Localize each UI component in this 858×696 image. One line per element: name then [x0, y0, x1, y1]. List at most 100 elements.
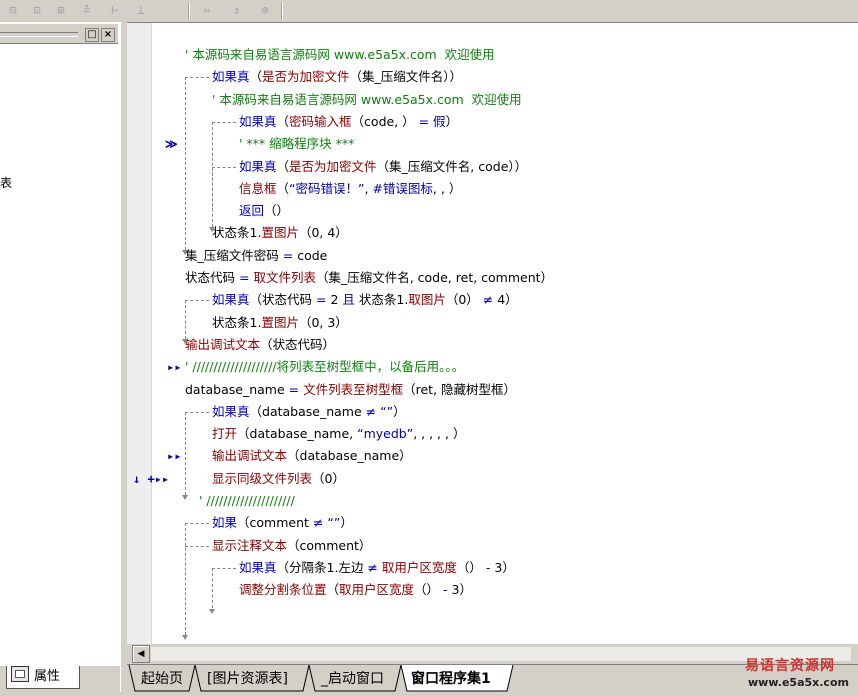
code-token: 集_压缩文件密码: [185, 247, 283, 263]
code-token: （0）: [445, 292, 479, 308]
left-panel: □ × 表: [0, 22, 120, 666]
panel-maximize-button[interactable]: □: [85, 28, 99, 42]
code-line[interactable]: 如果真（密码输入框（code, ） = 假）: [239, 112, 458, 132]
tab-window-program-set[interactable]: 窗口程序集1: [407, 666, 495, 692]
code-token: =: [282, 247, 294, 263]
code-line[interactable]: ' ////////////////////将列表至树型框中，以备后用。。。: [185, 357, 464, 377]
breakpoint-marker[interactable]: ▸▸: [167, 360, 181, 374]
code-token: “密码错误！”: [289, 180, 365, 196]
flow-line: [212, 567, 213, 609]
code-token: （comment）: [287, 537, 372, 553]
flow-line: [185, 300, 186, 339]
properties-tab[interactable]: 属性: [6, 666, 80, 689]
code-token: （comment: [237, 515, 313, 531]
code-line[interactable]: 集_压缩文件密码 = code: [185, 246, 327, 266]
code-line[interactable]: 状态条1.置图片（0, 3）: [212, 313, 348, 333]
flow-line: [185, 523, 209, 525]
code-line[interactable]: ' *** 缩略程序块 ***: [239, 134, 354, 154]
tab-startup-window[interactable]: _启动窗口: [317, 666, 388, 692]
code-token: ）: [393, 403, 406, 419]
code-line[interactable]: 如果真（是否为加密文件（集_压缩文件名, code））: [239, 157, 527, 177]
code-line[interactable]: ' 本源码来自易语言源码网 www.e5a5x.com 欢迎使用: [212, 90, 522, 110]
align-left-icon[interactable]: ⊟: [2, 1, 24, 20]
code-token: =: [316, 292, 327, 308]
code-line[interactable]: 显示注释文本（comment）: [212, 536, 371, 556]
align-right-icon[interactable]: ⊞: [50, 1, 72, 20]
scroll-left-button[interactable]: ◀: [132, 645, 150, 663]
code-token: （分隔条1.左边: [276, 559, 368, 575]
code-line[interactable]: 调整分割条位置（取用户区宽度（） - 3）: [239, 580, 472, 600]
code-token: （）: [264, 203, 290, 219]
code-line[interactable]: 打开（database_name, “myedb”, , , , , ）: [212, 424, 465, 444]
flow-line: [185, 411, 209, 413]
breakpoint-marker[interactable]: ≫: [165, 137, 178, 151]
code-token: 输出调试文本: [185, 336, 261, 352]
code-line[interactable]: ' /////////////////////: [199, 491, 295, 511]
code-line[interactable]: 如果真（database_name ≠ “”）: [212, 402, 406, 422]
tab-start-page[interactable]: 起始页: [137, 666, 187, 692]
code-token: （ret, 隐藏树型框）: [403, 381, 517, 397]
code-line[interactable]: 信息框（“密码错误！”, #错误图标, , ）: [239, 179, 461, 199]
code-token: -: [439, 582, 452, 598]
code-line[interactable]: database_name = 文件列表至树型框（ret, 隐藏树型框）: [185, 380, 516, 400]
flow-arrow: [182, 495, 188, 500]
code-token: 如果真: [212, 403, 250, 419]
code-token: 3）: [494, 559, 515, 575]
code-token: 4）: [497, 292, 518, 308]
code-token: “”: [327, 515, 341, 531]
panel-side-text: 表: [0, 176, 13, 190]
code-token: 如果真: [239, 158, 277, 174]
panel-grip[interactable]: [0, 32, 78, 37]
code-token: （: [276, 180, 290, 196]
code-token: 状态条1.: [354, 292, 409, 308]
code-token: “”: [380, 403, 394, 419]
code-editor[interactable]: ' 本源码来自易语言源码网 www.e5a5x.com 欢迎使用 如果真（是否为加…: [127, 22, 858, 645]
code-token: 取用户区宽度: [381, 559, 457, 575]
code-line[interactable]: 如果真（是否为加密文件（集_压缩文件名））: [212, 67, 462, 87]
code-token: （状态代码）: [260, 336, 336, 352]
align-bottom-icon[interactable]: ⊥: [130, 1, 152, 20]
watermark-title: 易语言资源网: [745, 658, 835, 674]
code-token: （状态代码: [249, 292, 316, 308]
align-middle-icon[interactable]: ⊢: [104, 1, 126, 20]
code-line[interactable]: ' 本源码来自易语言源码网 www.e5a5x.com 欢迎使用: [185, 45, 495, 65]
code-token: （code, ）: [351, 113, 415, 129]
code-token: （集_压缩文件名））: [349, 69, 463, 85]
code-line[interactable]: 如果（comment ≠ “”）: [212, 513, 353, 533]
code-line[interactable]: 显示同级文件列表（0）: [212, 469, 345, 489]
same-size-icon[interactable]: ⊕: [254, 1, 276, 20]
breakpoint-marker[interactable]: ↓ +▸▸: [133, 472, 169, 486]
code-token: （）: [456, 559, 482, 575]
code-line[interactable]: 状态条1.置图片（0, 4）: [212, 223, 348, 243]
code-token: 是否为加密文件: [289, 158, 377, 174]
code-token: 如果真: [212, 69, 250, 85]
align-center-icon[interactable]: ⊡: [26, 1, 48, 20]
code-token: 如果真: [239, 113, 277, 129]
code-line[interactable]: 返回（）: [239, 201, 289, 221]
properties-tab-label: 属性: [34, 669, 61, 684]
same-width-icon[interactable]: ⇔: [196, 1, 218, 20]
code-line[interactable]: 输出调试文本（database_name）: [212, 446, 412, 466]
code-token: ≠: [312, 515, 324, 531]
panel-close-button[interactable]: ×: [101, 28, 115, 42]
align-top-icon[interactable]: ≛: [76, 1, 98, 20]
code-token: 是否为加密文件: [262, 69, 350, 85]
code-line[interactable]: 如果真（状态代码 = 2 且 状态条1.取图片（0） ≠ 4）: [212, 290, 518, 310]
code-token: #错误图标: [372, 180, 433, 196]
code-token: 显示注释文本: [212, 537, 288, 553]
code-token: “myedb”: [357, 426, 414, 442]
code-line[interactable]: 输出调试文本（状态代码）: [185, 335, 335, 355]
alignment-toolbar: ⊟ ⊡ ⊞ ≛ ⊢ ⊥ ⇔ ⇕ ⊕: [0, 0, 858, 22]
breakpoint-marker[interactable]: ▸▸: [167, 449, 181, 463]
code-token: （: [249, 69, 263, 85]
tab-image-resources[interactable]: [图片资源表]: [203, 666, 292, 692]
panel-header: □ ×: [0, 24, 118, 44]
code-token: （database_name: [249, 403, 366, 419]
code-line[interactable]: 状态代码 = 取文件列表（集_压缩文件名, code, ret, comment…: [185, 268, 553, 288]
code-token: 且: [342, 292, 355, 308]
code-token: 取用户区宽度: [339, 582, 415, 598]
properties-icon: [11, 666, 29, 682]
code-line[interactable]: 如果真（分隔条1.左边 ≠ 取用户区宽度（） - 3）: [239, 558, 515, 578]
same-height-icon[interactable]: ⇕: [226, 1, 248, 20]
code-token: 状态条1.: [212, 314, 262, 330]
